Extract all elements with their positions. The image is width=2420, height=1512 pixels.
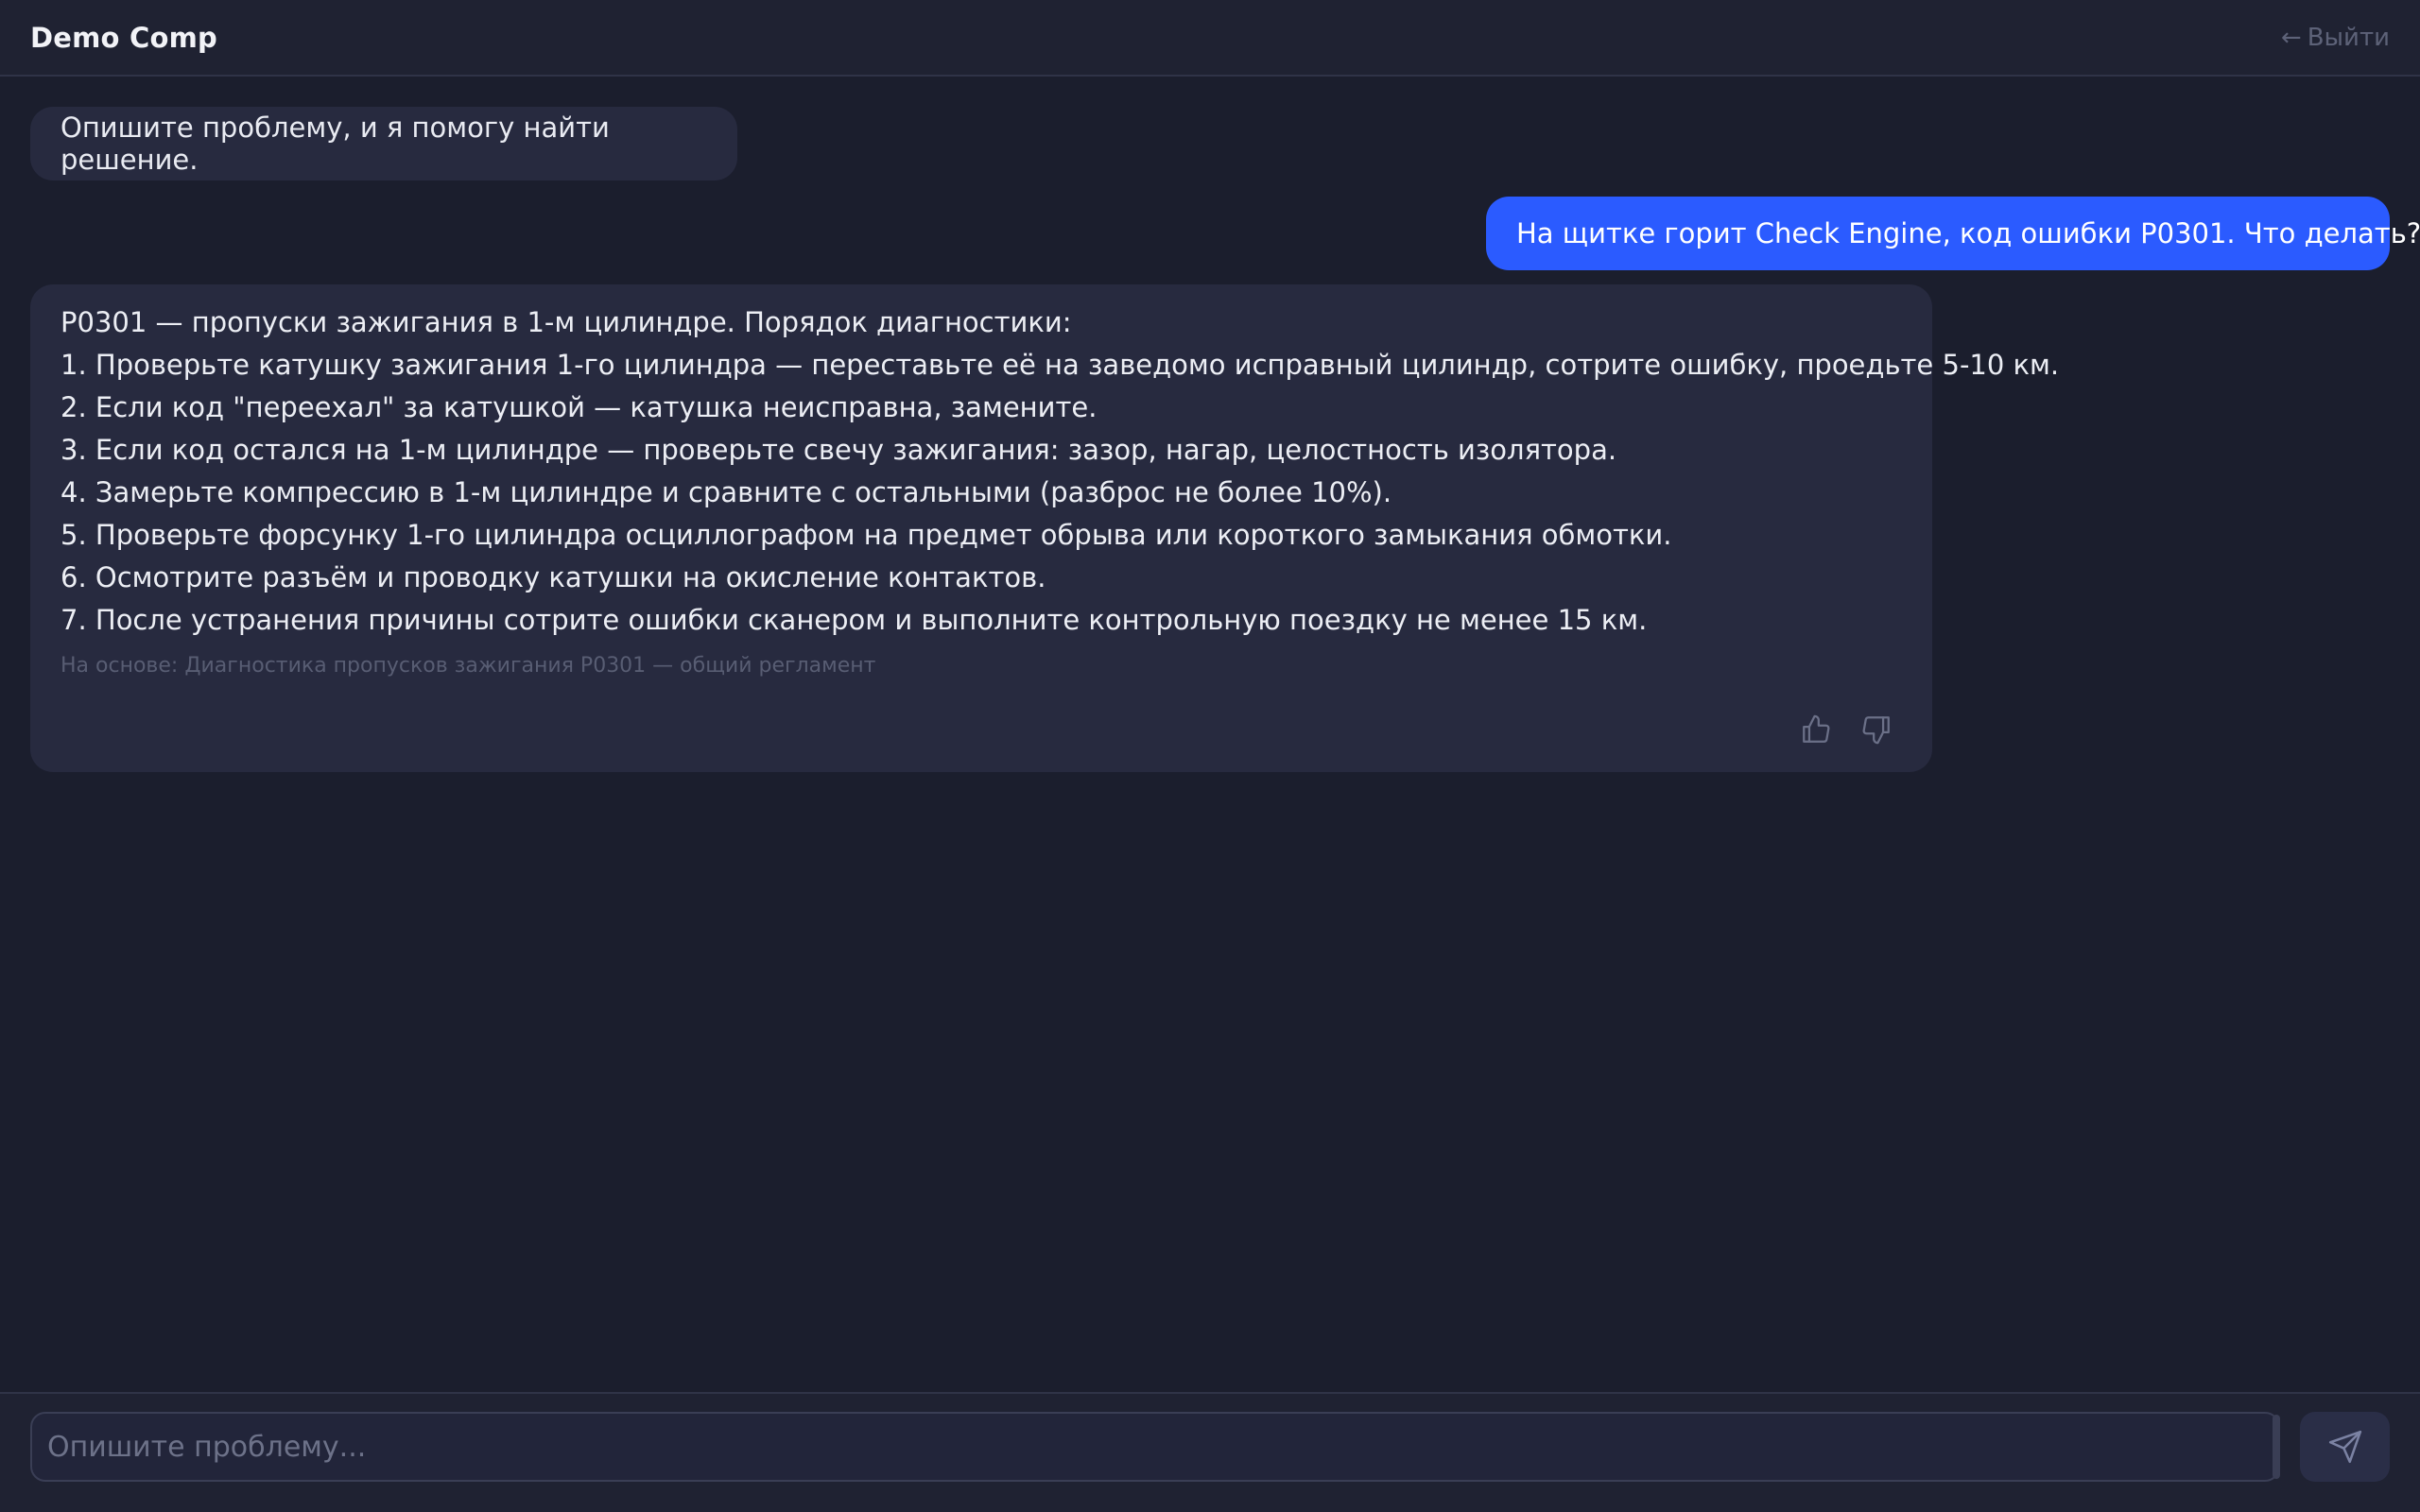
logout-label: Выйти — [2307, 23, 2390, 52]
message-input-wrapper[interactable] — [30, 1412, 2280, 1482]
chat-thread[interactable]: Опишите проблему, и я помогу найти решен… — [0, 77, 2420, 1392]
thumbs-up-button[interactable] — [1798, 712, 1834, 747]
feedback-controls — [1798, 712, 1894, 747]
send-button[interactable] — [2300, 1412, 2390, 1482]
answer-line: 6. Осмотрите разъём и проводку катушки н… — [60, 561, 1046, 593]
answer-line: 5. Проверьте форсунку 1-го цилиндра осци… — [60, 519, 1672, 551]
assistant-greeting-message: Опишите проблему, и я помогу найти решен… — [30, 107, 737, 180]
user-message: На щитке горит Check Engine, код ошибки … — [1486, 197, 2420, 270]
answer-line: 2. Если код "переехал" за катушкой — кат… — [60, 391, 1098, 423]
answer-line: 1. Проверьте катушку зажигания 1-го цили… — [60, 349, 2060, 381]
answer-line: 3. Если код остался на 1-м цилиндре — пр… — [60, 434, 1617, 466]
top-bar: Demo Comp ← Выйти — [0, 0, 2420, 77]
send-icon — [2328, 1430, 2361, 1464]
answer-source: На основе: Диагностика пропусков зажиган… — [60, 654, 876, 678]
chat-app: Demo Comp ← Выйти Опишите проблему, и я … — [0, 0, 2420, 1512]
app-title: Demo Comp — [30, 21, 217, 54]
arrow-left-icon: ← — [2280, 23, 2302, 52]
message-text: На щитке горит Check Engine, код ошибки … — [1516, 217, 2420, 249]
message-text: Опишите проблему, и я помогу найти решен… — [60, 112, 610, 176]
thumbs-down-icon — [1862, 716, 1890, 745]
thumbs-up-icon — [1803, 714, 1830, 743]
thumbs-down-button[interactable] — [1858, 712, 1894, 747]
message-composer — [0, 1392, 2420, 1512]
assistant-answer-message: P0301 — пропуски зажигания в 1-м цилиндр… — [30, 284, 2060, 772]
message-input[interactable] — [47, 1414, 2263, 1480]
answer-line: 7. После устранения причины сотрите ошиб… — [60, 604, 1648, 636]
logout-button[interactable]: ← Выйти — [2281, 24, 2390, 52]
answer-line: 4. Замерьте компрессию в 1-м цилиндре и … — [60, 476, 1392, 508]
input-scrollbar[interactable] — [2273, 1415, 2280, 1479]
answer-line: P0301 — пропуски зажигания в 1-м цилиндр… — [60, 306, 1072, 338]
